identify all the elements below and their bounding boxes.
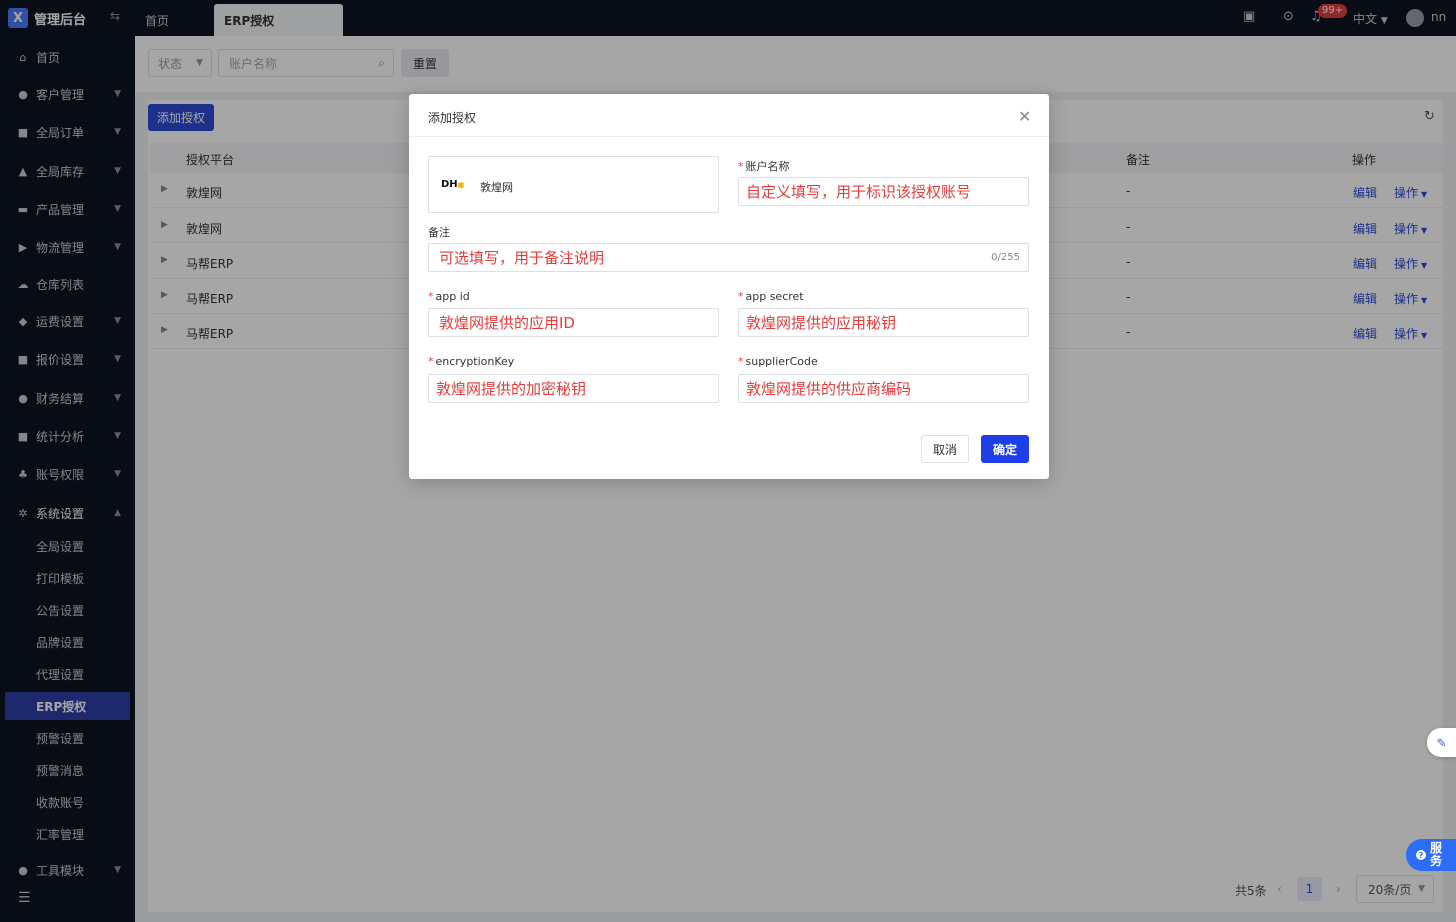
encryption-key-input[interactable]: 敦煌网提供的加密秘钥 (428, 374, 719, 403)
confirm-button[interactable]: 确定 (981, 435, 1029, 463)
dialog-header: 添加授权 ✕ (409, 94, 1049, 137)
app-secret-label: * app secret (738, 290, 804, 303)
remark-label: 备注 (428, 226, 450, 239)
close-icon[interactable]: ✕ (1018, 107, 1031, 126)
platform-card[interactable]: DH■ 敦煌网 (428, 156, 719, 213)
encryption-key-label: * encryptionKey (428, 355, 515, 368)
remark-input[interactable]: 可选填写，用于备注说明 0/255 (428, 243, 1029, 272)
account-name-label: * 账户名称 (738, 160, 790, 173)
help-icon: ? (1416, 850, 1426, 860)
dhgate-logo-icon: DH■ (441, 179, 465, 190)
cancel-button[interactable]: 取消 (921, 435, 969, 463)
platform-name: 敦煌网 (480, 181, 513, 194)
app-id-input[interactable]: 敦煌网提供的应用ID (428, 308, 719, 337)
add-auth-dialog: 添加授权 ✕ DH■ 敦煌网 * 账户名称 自定义填写，用于标识该授权账号 备注 … (409, 94, 1049, 479)
supplier-code-input[interactable]: 敦煌网提供的供应商编码 (738, 374, 1029, 403)
service-button[interactable]: ? 服务 (1406, 839, 1456, 871)
app-id-label: * app id (428, 290, 470, 303)
char-count: 0/255 (991, 252, 1020, 263)
floating-app-icon[interactable]: ✎ (1427, 728, 1456, 757)
dialog-title: 添加授权 (428, 111, 477, 125)
account-name-input[interactable]: 自定义填写，用于标识该授权账号 (738, 177, 1029, 206)
app-secret-input[interactable]: 敦煌网提供的应用秘钥 (738, 308, 1029, 337)
supplier-code-label: * supplierCode (738, 355, 818, 368)
